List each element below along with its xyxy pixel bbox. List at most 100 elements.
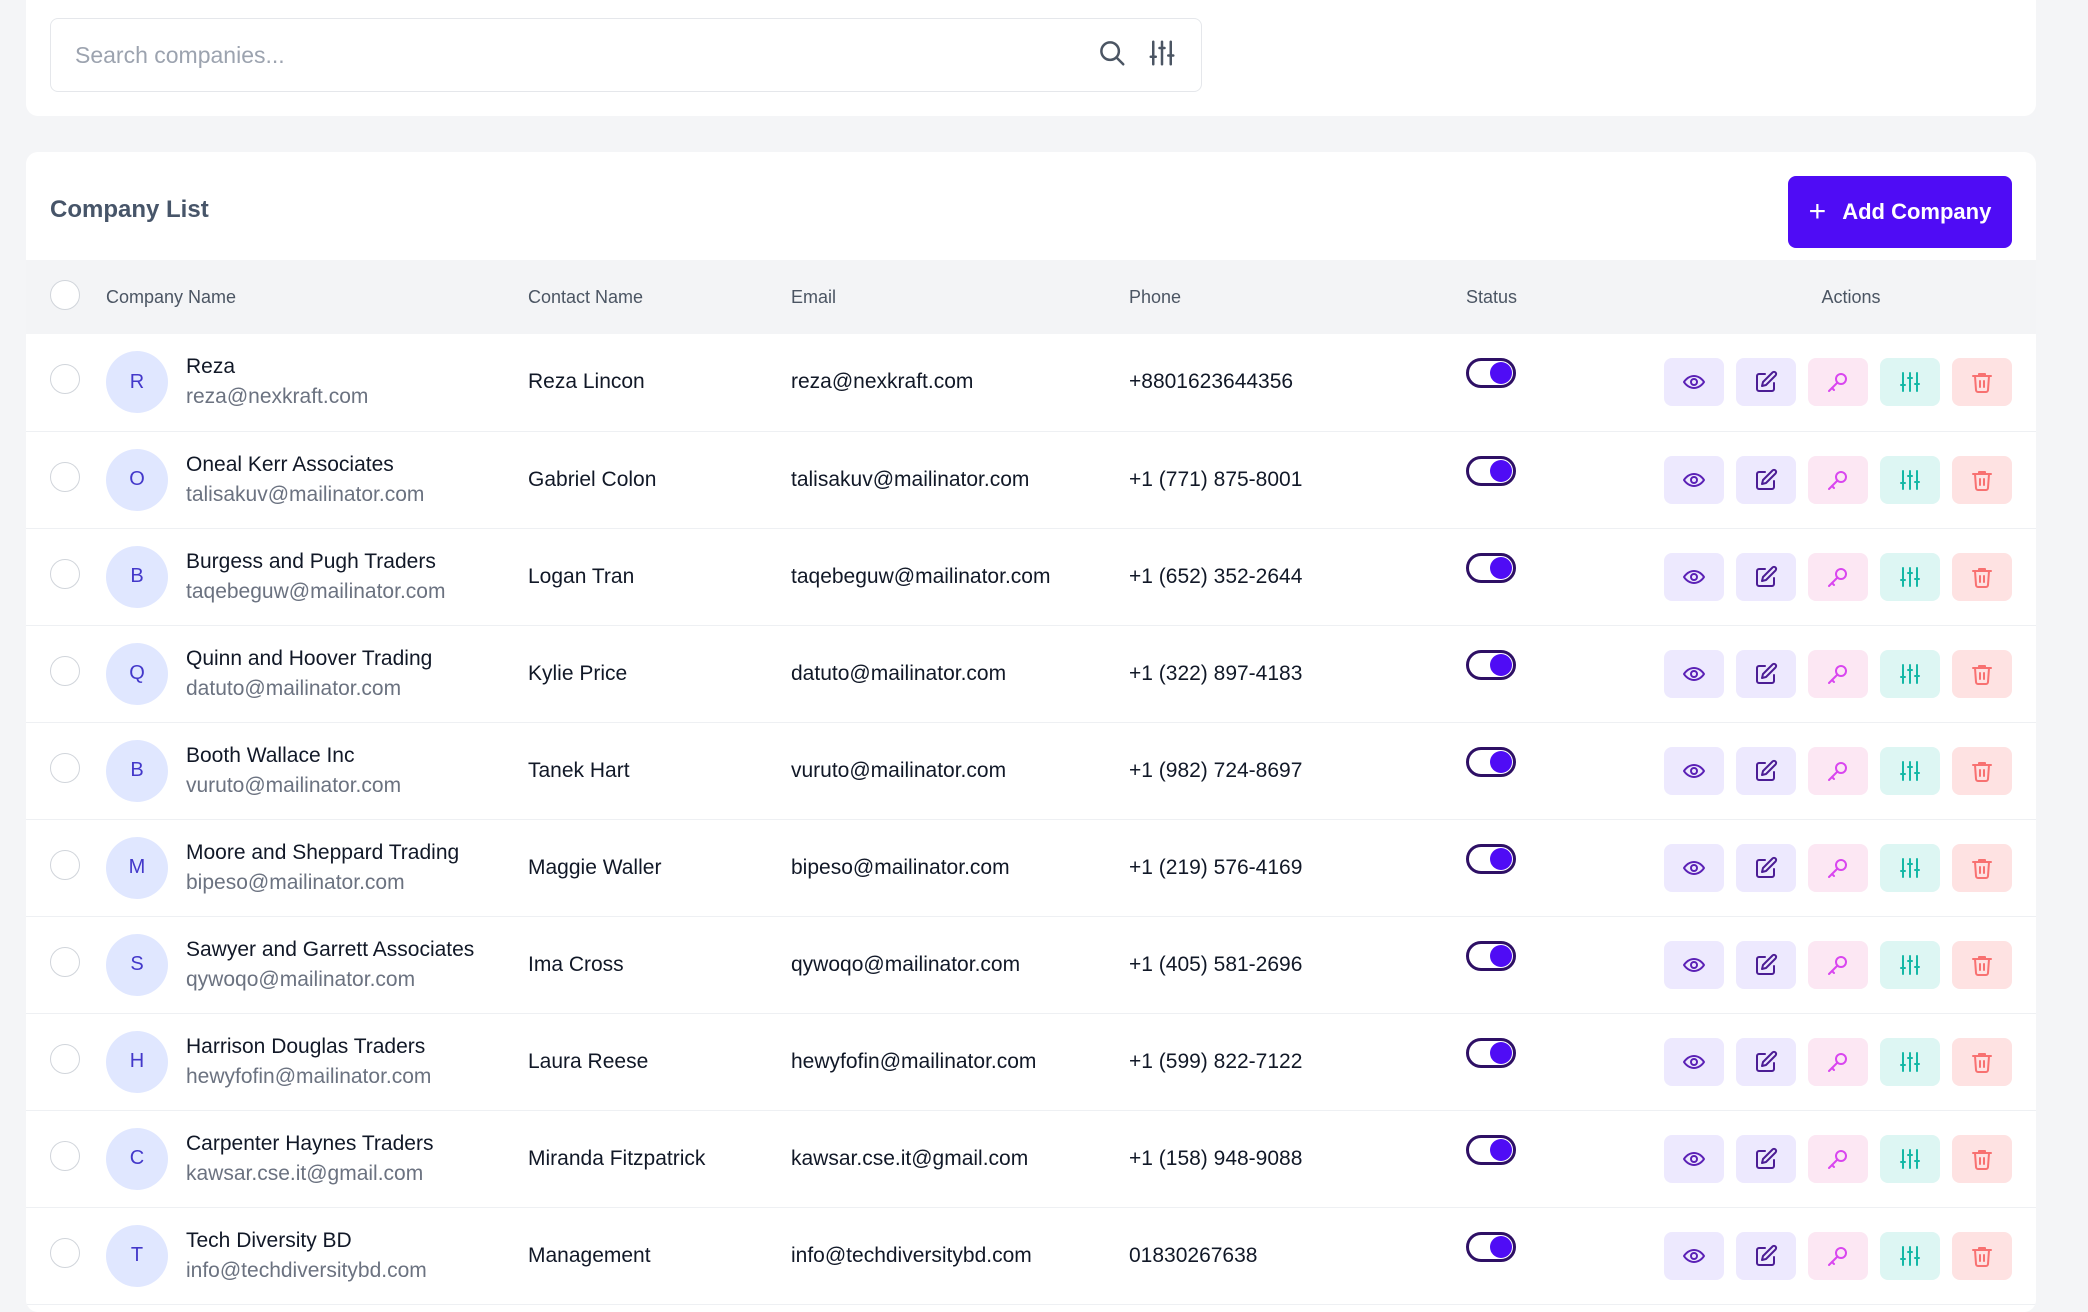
delete-button[interactable] [1952,1037,2012,1086]
status-toggle[interactable] [1466,455,1516,486]
select-all-checkbox[interactable] [50,279,80,310]
view-button[interactable] [1664,1134,1724,1183]
delete-button[interactable] [1952,358,2012,407]
delete-button[interactable] [1952,746,2012,795]
delete-button[interactable] [1952,843,2012,892]
delete-button[interactable] [1952,552,2012,601]
settings-button[interactable] [1880,1231,1940,1280]
edit-button[interactable] [1736,746,1796,795]
edit-button[interactable] [1736,1231,1796,1280]
key-button[interactable] [1808,649,1868,698]
edit-button[interactable] [1736,358,1796,407]
edit-icon [1756,565,1778,587]
eye-icon [1683,860,1705,875]
view-button[interactable] [1664,358,1724,407]
row-checkbox[interactable] [50,364,80,395]
settings-button[interactable] [1880,649,1940,698]
key-button[interactable] [1808,1231,1868,1280]
key-icon [1828,373,1847,393]
status-toggle[interactable] [1466,1134,1516,1165]
row-checkbox[interactable] [50,655,80,686]
search-input[interactable] [75,41,1097,69]
edit-button[interactable] [1736,649,1796,698]
table-row[interactable]: R Reza reza@nexkraft.com Reza Lincon rez… [26,334,2036,431]
key-button[interactable] [1808,843,1868,892]
settings-button[interactable] [1880,1134,1940,1183]
row-checkbox[interactable] [50,752,80,783]
key-button[interactable] [1808,1037,1868,1086]
row-checkbox[interactable] [50,461,80,492]
key-button[interactable] [1808,746,1868,795]
edit-button[interactable] [1736,940,1796,989]
settings-button[interactable] [1880,746,1940,795]
column-company-name[interactable]: Company Name [106,260,528,334]
view-button[interactable] [1664,1231,1724,1280]
column-email[interactable]: Email [791,260,1129,334]
key-button[interactable] [1808,940,1868,989]
row-checkbox[interactable] [50,946,80,977]
status-toggle[interactable] [1466,1037,1516,1068]
table-row[interactable]: Q Quinn and Hoover Trading datuto@mailin… [26,625,2036,722]
delete-button[interactable] [1952,940,2012,989]
search-icon[interactable] [1097,38,1127,73]
table-row[interactable]: H Harrison Douglas Traders hewyfofin@mai… [26,1013,2036,1110]
settings-button[interactable] [1880,552,1940,601]
key-button[interactable] [1808,358,1868,407]
avatar: S [106,933,168,996]
row-checkbox[interactable] [50,1237,80,1268]
table-row[interactable]: M Moore and Sheppard Trading bipeso@mail… [26,819,2036,916]
edit-button[interactable] [1736,552,1796,601]
plus-icon: + [1808,195,1827,228]
key-button[interactable] [1808,455,1868,504]
view-button[interactable] [1664,746,1724,795]
edit-button[interactable] [1736,1134,1796,1183]
eye-icon [1683,472,1705,487]
view-button[interactable] [1664,843,1724,892]
status-toggle[interactable] [1466,940,1516,971]
status-toggle[interactable] [1466,358,1516,389]
key-button[interactable] [1808,552,1868,601]
edit-button[interactable] [1736,1037,1796,1086]
add-company-button[interactable]: + Add Company [1788,176,2012,248]
settings-button[interactable] [1880,358,1940,407]
status-toggle[interactable] [1466,552,1516,583]
table-row[interactable]: O Oneal Kerr Associates talisakuv@mailin… [26,431,2036,528]
edit-button[interactable] [1736,455,1796,504]
table-row[interactable]: C Carpenter Haynes Traders kawsar.cse.it… [26,1110,2036,1207]
row-checkbox[interactable] [50,558,80,589]
status-toggle[interactable] [1466,1231,1516,1262]
view-button[interactable] [1664,455,1724,504]
settings-button[interactable] [1880,843,1940,892]
sliders-icon[interactable] [1147,38,1177,73]
column-status[interactable]: Status [1466,260,1636,334]
trash-icon [1972,470,1992,491]
row-checkbox[interactable] [50,1140,80,1171]
settings-button[interactable] [1880,940,1940,989]
table-row[interactable]: T Tech Diversity BD info@techdiversitybd… [26,1207,2036,1304]
delete-button[interactable] [1952,649,2012,698]
delete-button[interactable] [1952,455,2012,504]
status-toggle[interactable] [1466,843,1516,874]
delete-button[interactable] [1952,1134,2012,1183]
list-header: Company List + Add Company [26,152,2036,260]
table-row[interactable]: S Sawyer and Garrett Associates qywoqo@m… [26,916,2036,1013]
column-phone[interactable]: Phone [1129,260,1466,334]
key-button[interactable] [1808,1134,1868,1183]
view-button[interactable] [1664,552,1724,601]
status-toggle[interactable] [1466,746,1516,777]
edit-button[interactable] [1736,843,1796,892]
view-button[interactable] [1664,649,1724,698]
row-checkbox[interactable] [50,1043,80,1074]
table-row[interactable]: B Booth Wallace Inc vuruto@mailinator.co… [26,722,2036,819]
view-button[interactable] [1664,1037,1724,1086]
settings-button[interactable] [1880,1037,1940,1086]
settings-button[interactable] [1880,455,1940,504]
column-contact-name[interactable]: Contact Name [528,260,791,334]
key-icon [1828,955,1847,975]
row-checkbox[interactable] [50,849,80,880]
view-button[interactable] [1664,940,1724,989]
delete-button[interactable] [1952,1231,2012,1280]
eye-icon [1683,1151,1705,1166]
status-toggle[interactable] [1466,649,1516,680]
table-row[interactable]: B Burgess and Pugh Traders taqebeguw@mai… [26,528,2036,625]
